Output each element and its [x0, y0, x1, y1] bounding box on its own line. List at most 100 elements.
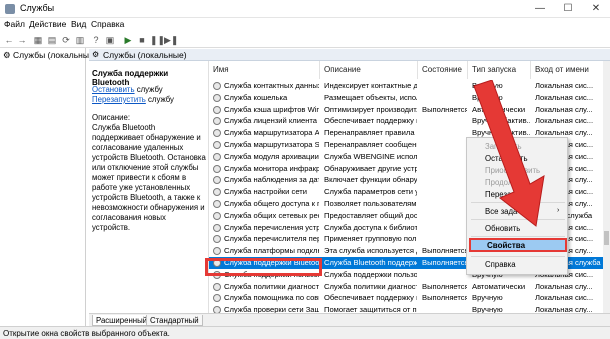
restart-service-link[interactable]: Перезапустить [92, 95, 146, 104]
pause-icon[interactable]: ❚❚ [150, 34, 165, 46]
title-bar: Службы — ☐ ✕ [0, 0, 610, 18]
tab-extended[interactable]: Расширенный [92, 315, 152, 326]
cell-status [422, 186, 467, 198]
cell-name: Служба настройки сети [224, 187, 308, 197]
column-header-startup-type[interactable]: Тип запуска [468, 61, 531, 79]
cell-status [422, 151, 467, 163]
pane-header-title: Службы (локальные) [103, 50, 187, 60]
service-gear-icon [213, 294, 221, 303]
maximize-button[interactable]: ☐ [554, 0, 582, 18]
menu-action[interactable]: Действие [29, 19, 66, 29]
service-gear-icon [213, 105, 221, 114]
cell-description: Размещает объекты, испол... [324, 92, 417, 102]
cell-name: Служба общего доступа к п... [224, 199, 319, 208]
cell-name: Служба кошелька [224, 92, 288, 102]
start-icon[interactable]: ▶ [122, 34, 134, 46]
cell-name: Служба монитора инфракра... [224, 163, 319, 173]
cell-status [422, 174, 467, 186]
menu-file[interactable]: Файл [4, 19, 25, 29]
cell-description: Индексирует контактные д... [324, 81, 417, 90]
menu-view[interactable]: Вид [71, 19, 86, 29]
services-app-icon [5, 4, 15, 14]
restart-suffix: службу [145, 95, 174, 104]
cell-status [422, 222, 467, 234]
column-header-description[interactable]: Описание [320, 61, 418, 79]
tree-node-services-local[interactable]: ⚙ Службы (локальные) [3, 50, 97, 61]
cell-status [422, 92, 467, 104]
service-gear-icon [213, 152, 221, 161]
menu-bar: Файл Действие Вид Справка [0, 18, 610, 32]
service-gear-icon [213, 188, 221, 197]
cell-status [422, 269, 467, 281]
menu-help[interactable]: Справка [91, 19, 124, 29]
cell-status [422, 198, 467, 210]
cell-description: Помогает защититься от по... [324, 305, 417, 313]
cell-description: Предоставляет общий досту... [324, 210, 417, 220]
cell-name: Служба общих сетевых рес... [224, 210, 319, 220]
cell-name: Служба наблюдения за дат... [224, 175, 319, 185]
restart-action-line: Перезапустить службу [92, 95, 174, 104]
refresh-icon[interactable]: ⟳ [60, 34, 72, 46]
service-description: Служба Bluetooth поддерживает обнаружени… [92, 123, 206, 232]
cell-status [422, 139, 467, 151]
cell-status: Выполняется [422, 281, 467, 291]
cell-description: Оптимизирует производит... [324, 104, 417, 114]
cell-description: Служба поддержки пользов... [324, 269, 417, 279]
restart-icon[interactable]: ▶❚ [164, 34, 178, 46]
service-gear-icon [213, 176, 221, 185]
list-icon[interactable]: ▤ [46, 34, 58, 46]
cell-startup-type: Автоматически [472, 281, 526, 291]
cell-status: Выполняется [422, 258, 467, 267]
annotation-arrow-icon [473, 80, 545, 227]
column-header-log-on-as[interactable]: Вход от имени [531, 61, 603, 79]
cell-description: Служба параметров сети уп... [324, 187, 417, 197]
console-tree-icon[interactable]: ▦ [32, 34, 44, 46]
cell-name: Служба платформы подклю... [224, 246, 319, 256]
cell-status [422, 163, 467, 175]
stop-service-link[interactable]: Остановить [92, 85, 135, 94]
table-row[interactable]: Служба помощника по совм... Обеспечивает … [209, 292, 603, 304]
minimize-button[interactable]: — [526, 0, 554, 18]
cell-name: Служба политики диагности [224, 281, 319, 291]
cell-status: Выполняется [422, 104, 467, 114]
toolbar: ← → ▦ ▤ ⟳ ▥ ? ▣ ▶ ■ ❚❚ ▶❚ [0, 32, 610, 48]
cell-description: Перенаправляет правила ... [324, 128, 417, 138]
stop-suffix: службу [134, 85, 163, 94]
export-icon[interactable]: ▥ [74, 34, 86, 46]
cell-log-on-as: Локальная слу... [535, 305, 593, 313]
pane-header: ⚙ Службы (локальные) [89, 49, 610, 61]
cell-description: Обеспечивает поддержку п... [324, 293, 417, 303]
service-gear-icon [213, 235, 221, 244]
tab-standard[interactable]: Стандартный [146, 315, 203, 326]
stop-icon[interactable]: ■ [136, 34, 148, 46]
window-title: Службы [20, 3, 55, 13]
cell-startup-type: Вручную [472, 293, 503, 303]
service-gear-icon [213, 93, 221, 102]
description-label: Описание: [92, 113, 131, 122]
table-row[interactable]: Служба политики диагности Служба политики… [209, 281, 603, 293]
service-gear-icon [213, 82, 221, 90]
service-gear-icon [213, 211, 221, 220]
table-row[interactable]: Служба проверки сети Защ... Помогает защи… [209, 304, 603, 313]
back-icon[interactable]: ← [3, 34, 15, 46]
cell-description: Обнаруживает другие устр... [324, 163, 417, 173]
cell-description: Служба доступа к библиоте... [324, 222, 417, 232]
properties-icon[interactable]: ▣ [104, 34, 116, 46]
column-header-status[interactable]: Состояние [418, 61, 468, 79]
cell-name: Служба кэша шрифтов Wind [224, 104, 319, 114]
forward-icon[interactable]: → [16, 34, 28, 46]
close-button[interactable]: ✕ [582, 0, 610, 18]
help-icon[interactable]: ? [90, 34, 102, 46]
selected-row-highlight-box [205, 258, 322, 276]
console-tree: ⚙ Службы (локальные) [0, 48, 97, 326]
cell-name: Служба контактных данных ... [224, 81, 319, 90]
ctx-help[interactable]: Справка [485, 260, 516, 269]
status-bar: Открытие окна свойств выбранного объекта… [0, 326, 610, 339]
cell-description: Эта служба используется д... [324, 246, 417, 256]
cell-name: Служба модуля архивации н... [224, 151, 319, 161]
column-header-name[interactable]: Имя [209, 61, 320, 79]
view-tabs: Расширенный Стандартный [89, 313, 610, 326]
tree-node-label: Службы (локальные) [12, 50, 97, 60]
cell-name: Служба перечисления устро... [224, 222, 319, 232]
cell-name: Служба помощника по совм... [224, 293, 319, 303]
